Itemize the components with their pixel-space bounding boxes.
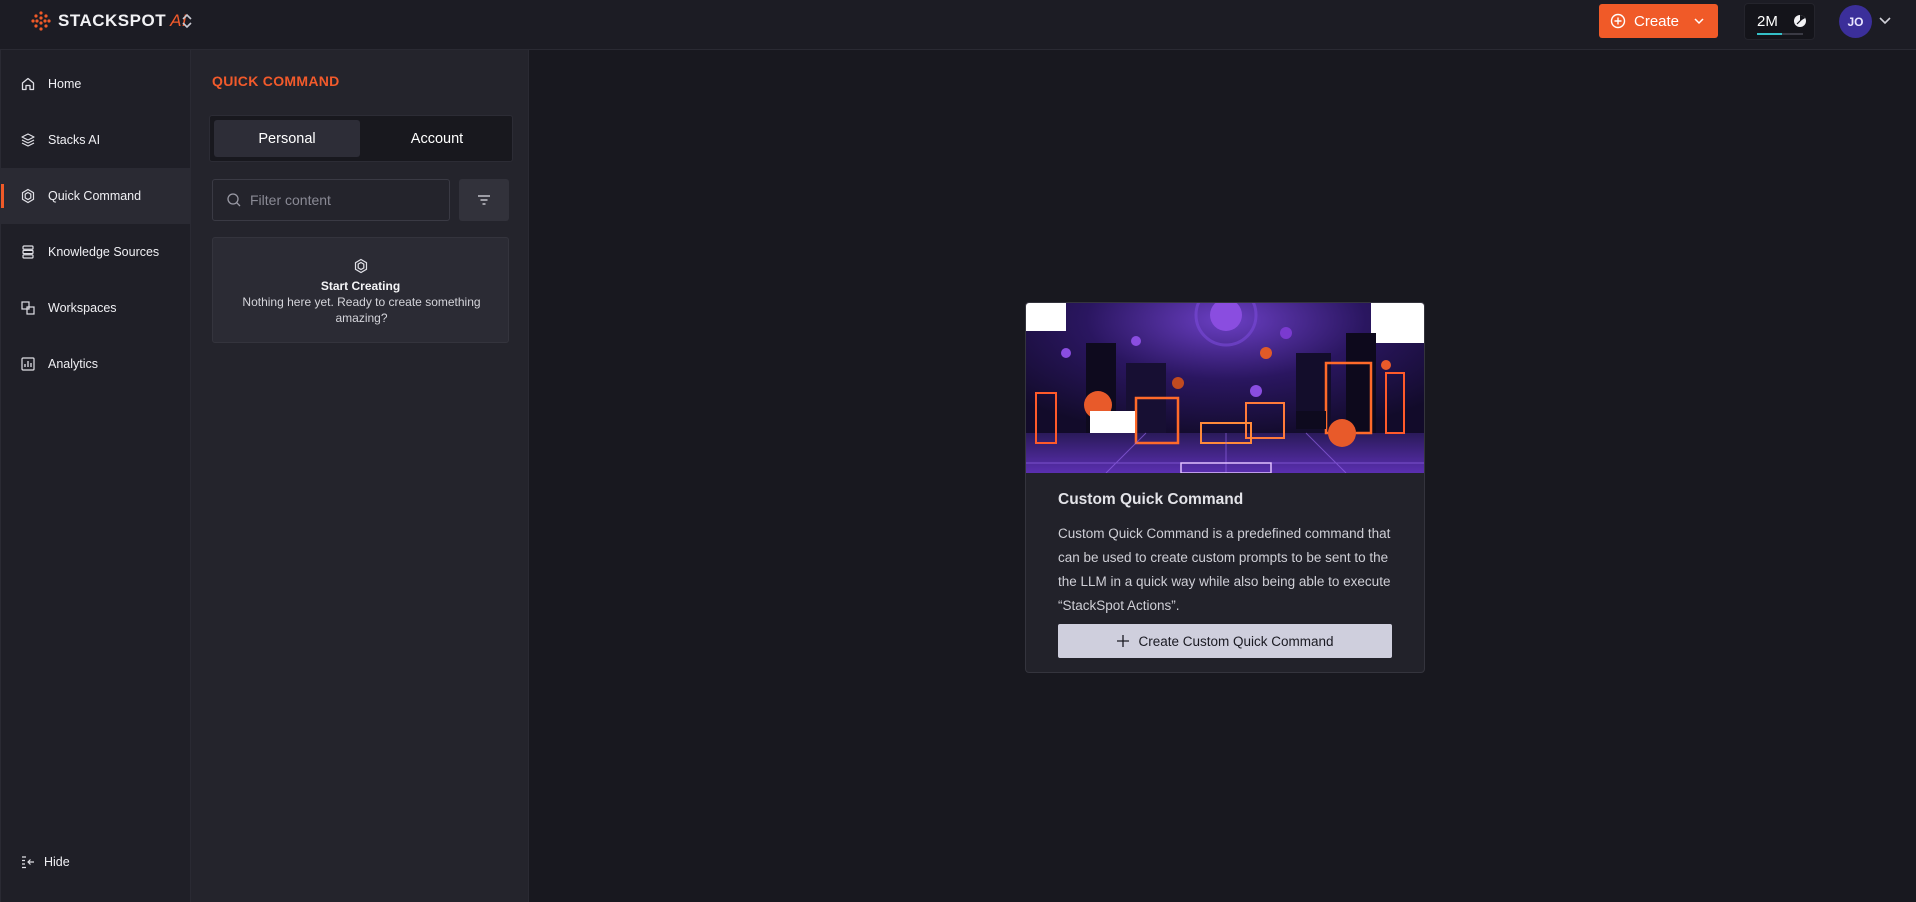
card-description: Custom Quick Command is a predefined com… [1058, 526, 1391, 613]
filter-icon [478, 195, 490, 205]
credits-usage-bar [1757, 33, 1803, 35]
workspaces-icon [21, 301, 35, 315]
sidebar-item-label: Knowledge Sources [48, 245, 160, 259]
sidebar-item-label: Stacks AI [48, 133, 101, 147]
search-icon [227, 193, 241, 207]
tab-account[interactable]: Account [364, 120, 510, 157]
top-bar: STACKSPOT AI Create 2M JO [0, 0, 1916, 50]
hide-label: Hide [44, 855, 70, 869]
credits-indicator[interactable]: 2M [1744, 3, 1815, 40]
filter-button[interactable] [459, 179, 509, 221]
empty-state-card: Start Creating Nothing here yet. Ready t… [212, 237, 509, 343]
credits-usage-fill [1757, 33, 1783, 35]
hexagon-icon [354, 258, 368, 274]
stackspot-logo-icon [31, 11, 51, 31]
scope-tabs: Personal Account [209, 115, 513, 162]
plus-icon [1117, 635, 1130, 647]
sidebar-item-stacks-ai[interactable]: Stacks AI [1, 112, 191, 168]
sidebar-item-label: Home [48, 77, 82, 91]
hide-sidebar-button[interactable]: Hide [20, 854, 70, 870]
sidebar-item-label: Workspaces [48, 301, 117, 315]
home-icon [21, 77, 35, 91]
custom-quick-command-card: Custom Quick Command Custom Quick Comman… [1025, 302, 1425, 673]
sidebar: Home Stacks AI Quick Command Knowledge S… [0, 50, 191, 902]
sidebar-item-label: Analytics [48, 357, 99, 371]
stackspot-logo[interactable]: STACKSPOT AI [30, 9, 187, 33]
create-button-label: Create [1634, 12, 1680, 30]
collapse-icon [22, 856, 34, 869]
layers-icon [21, 133, 35, 147]
create-custom-quick-command-label: Create Custom Quick Command [1138, 633, 1334, 649]
chevron-down-icon [1694, 18, 1704, 25]
sidebar-item-quick-command[interactable]: Quick Command [1, 168, 191, 224]
sidebar-item-knowledge-sources[interactable]: Knowledge Sources [1, 224, 191, 280]
quick-command-panel: QUICK COMMAND Personal Account Start Cre… [191, 50, 529, 902]
search-field [212, 179, 450, 221]
usage-pie-icon [1794, 14, 1806, 27]
empty-state-title: Start Creating [320, 279, 401, 293]
avatar[interactable]: JO [1839, 5, 1872, 38]
card-title: Custom Quick Command [1058, 491, 1244, 508]
workspace-switch-icon[interactable] [180, 12, 194, 30]
brand-name: STACKSPOT AI [58, 11, 188, 30]
sidebar-item-home[interactable]: Home [1, 56, 191, 112]
sidebar-item-analytics[interactable]: Analytics [1, 336, 191, 392]
chart-icon [21, 357, 35, 371]
search-input[interactable] [250, 192, 440, 208]
panel-title: QUICK COMMAND [212, 73, 340, 89]
credits-value: 2M [1757, 13, 1778, 30]
hero-illustration [1026, 303, 1424, 473]
database-icon [22, 245, 34, 259]
tab-personal[interactable]: Personal [214, 120, 360, 157]
chevron-down-icon[interactable] [1878, 15, 1892, 27]
sidebar-item-label: Quick Command [48, 189, 142, 203]
empty-state-text: Nothing here yet. Ready to create someth… [242, 295, 481, 325]
sidebar-item-workspaces[interactable]: Workspaces [1, 280, 191, 336]
create-button[interactable]: Create [1599, 4, 1718, 38]
hexagon-icon [21, 188, 35, 204]
plus-circle-icon [1610, 13, 1626, 29]
create-custom-quick-command-button[interactable]: Create Custom Quick Command [1058, 624, 1392, 658]
